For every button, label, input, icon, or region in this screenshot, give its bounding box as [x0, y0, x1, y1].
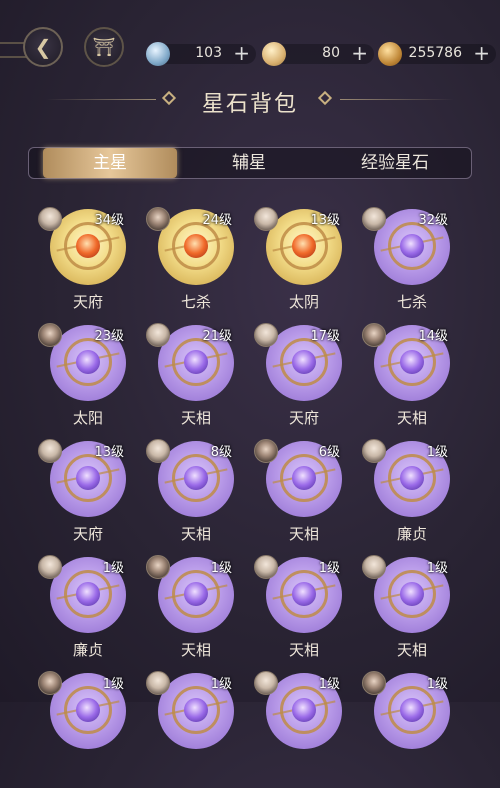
star-stone-item[interactable]: 32级七杀: [362, 207, 472, 324]
star-gem-icon: [76, 582, 100, 606]
character-avatar: [362, 207, 386, 231]
character-avatar: [38, 323, 62, 347]
star-name-label: 天相: [180, 525, 211, 543]
level-label: 1级: [210, 677, 232, 692]
character-avatar: [38, 207, 62, 231]
star-stone-item[interactable]: 1级天相: [254, 555, 364, 672]
level-label: 23级: [94, 329, 124, 344]
character-avatar: [254, 323, 278, 347]
level-label: 6级: [318, 445, 340, 460]
star-gem-icon: [292, 350, 316, 374]
level-label: 1级: [318, 677, 340, 692]
star-name-label: 太阳: [72, 409, 103, 427]
star-stone-item[interactable]: 17级天府: [254, 323, 364, 440]
level-label: 24级: [202, 213, 232, 228]
star-stone-item[interactable]: 6级天相: [254, 439, 364, 556]
star-gem-icon: [184, 234, 208, 258]
star-stone-item[interactable]: 1级: [146, 671, 256, 788]
star-gem-icon: [400, 466, 424, 490]
level-label: 1级: [426, 677, 448, 692]
star-name-label: 廉贞: [396, 525, 427, 543]
level-label: 1级: [426, 445, 448, 460]
character-avatar: [362, 671, 386, 695]
star-name-label: 天相: [288, 525, 319, 543]
star-name-label: 天相: [180, 409, 211, 427]
character-avatar: [254, 207, 278, 231]
character-avatar: [146, 439, 170, 463]
star-gem-icon: [400, 582, 424, 606]
star-name-label: 天府: [288, 409, 319, 427]
star-name-label: 天府: [72, 293, 103, 311]
star-stone-item[interactable]: 21级天相: [146, 323, 256, 440]
star-name-label: 廉贞: [72, 641, 103, 659]
star-stone-item[interactable]: 13级太阴: [254, 207, 364, 324]
character-avatar: [38, 671, 62, 695]
level-label: 21级: [202, 329, 232, 344]
star-stone-item[interactable]: 1级: [362, 671, 472, 788]
star-gem-icon: [184, 466, 208, 490]
character-avatar: [146, 207, 170, 231]
star-gem-icon: [76, 350, 100, 374]
level-label: 1级: [426, 561, 448, 576]
star-gem-icon: [76, 234, 100, 258]
level-label: 14级: [418, 329, 448, 344]
star-stone-item[interactable]: 1级廉贞: [38, 555, 148, 672]
star-stone-item[interactable]: 1级天相: [362, 555, 472, 672]
character-avatar: [254, 555, 278, 579]
star-stone-item[interactable]: 14级天相: [362, 323, 472, 440]
level-label: 8级: [210, 445, 232, 460]
star-stone-item[interactable]: 13级天府: [38, 439, 148, 556]
star-stone-item[interactable]: 1级: [38, 671, 148, 788]
character-avatar: [362, 323, 386, 347]
level-label: 1级: [102, 561, 124, 576]
level-label: 1级: [102, 677, 124, 692]
star-stone-item[interactable]: 1级: [254, 671, 364, 788]
star-gem-icon: [184, 582, 208, 606]
star-stone-item[interactable]: 1级廉贞: [362, 439, 472, 556]
star-name-label: 天相: [396, 409, 427, 427]
character-avatar: [254, 439, 278, 463]
character-avatar: [362, 439, 386, 463]
star-gem-icon: [400, 350, 424, 374]
star-name-label: 七杀: [396, 293, 427, 311]
star-name-label: 天相: [180, 641, 211, 659]
character-avatar: [362, 555, 386, 579]
character-avatar: [146, 671, 170, 695]
star-gem-icon: [400, 234, 424, 258]
star-name-label: 七杀: [180, 293, 211, 311]
character-avatar: [38, 439, 62, 463]
star-stone-item[interactable]: 1级天相: [146, 555, 256, 672]
level-label: 13级: [94, 445, 124, 460]
star-gem-icon: [76, 466, 100, 490]
level-label: 13级: [310, 213, 340, 228]
level-label: 17级: [310, 329, 340, 344]
star-stone-item[interactable]: 34级天府: [38, 207, 148, 324]
star-name-label: 天相: [288, 641, 319, 659]
star-gem-icon: [292, 466, 316, 490]
star-stone-item[interactable]: 8级天相: [146, 439, 256, 556]
star-name-label: 太阴: [288, 293, 319, 311]
level-label: 32级: [418, 213, 448, 228]
character-avatar: [146, 555, 170, 579]
level-label: 1级: [318, 561, 340, 576]
level-label: 1级: [210, 561, 232, 576]
star-name-label: 天府: [72, 525, 103, 543]
star-gem-icon: [184, 350, 208, 374]
star-stone-item[interactable]: 23级太阳: [38, 323, 148, 440]
character-avatar: [146, 323, 170, 347]
character-avatar: [38, 555, 62, 579]
star-gem-icon: [292, 582, 316, 606]
star-name-label: 天相: [396, 641, 427, 659]
star-gem-icon: [292, 234, 316, 258]
character-avatar: [254, 671, 278, 695]
level-label: 34级: [94, 213, 124, 228]
star-stone-grid: 34级 天府 24级 七杀 13级 太阴 32级 七杀 23级 太阳 21级 天相 17级 天府 14级 天相…: [0, 0, 500, 749]
star-stone-item[interactable]: 24级七杀: [146, 207, 256, 324]
